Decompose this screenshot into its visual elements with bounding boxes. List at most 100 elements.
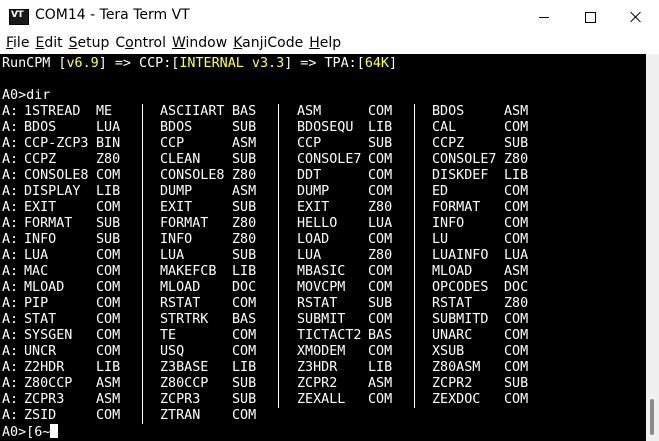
- file-name: XMODEM: [297, 344, 346, 359]
- column-separator: [414, 232, 415, 248]
- menu-item[interactable]: Setup: [63, 34, 110, 54]
- column-separator: [278, 328, 279, 344]
- dir-row: A: FORMAT SUB FORMAT Z80 HELLO LUA INFO COM: [0, 216, 646, 232]
- column-separator: [278, 184, 279, 200]
- file-extension: DOC: [232, 280, 257, 295]
- column-separator: [414, 296, 415, 312]
- file-name: DISPLAY: [24, 184, 81, 199]
- file-extension: COM: [504, 232, 529, 247]
- drive-prefix: A:: [2, 392, 19, 407]
- file-extension: COM: [96, 264, 121, 279]
- column-separator: [278, 264, 279, 280]
- file-name: LUA: [297, 248, 322, 263]
- column-separator: [278, 216, 279, 232]
- file-name: EXIT: [24, 200, 57, 215]
- terminal-screen[interactable]: RunCPM [v6.9] => CCP:[INTERNAL v3.3] => …: [0, 54, 646, 441]
- file-extension: BAS: [368, 328, 393, 343]
- runcpm-version: v6.9: [66, 56, 99, 71]
- maximize-button[interactable]: [567, 0, 613, 34]
- menu-item[interactable]: Window: [166, 34, 227, 54]
- file-extension: ASM: [504, 104, 529, 119]
- command-line: A0>dir: [2, 88, 51, 103]
- column-separator: [142, 408, 143, 424]
- menu-accelerator: W: [171, 35, 186, 51]
- file-extension: Z80: [96, 152, 121, 167]
- file-extension: COM: [504, 344, 529, 359]
- file-name: ZCPR2: [297, 376, 338, 391]
- banner-part-3: ] => TPA:[: [284, 56, 365, 71]
- menu-item[interactable]: Help: [303, 34, 341, 54]
- menu-item[interactable]: Control: [109, 34, 166, 54]
- file-extension: LIB: [368, 360, 393, 375]
- menu-item[interactable]: Edit: [29, 34, 62, 54]
- file-name: CLEAN: [160, 152, 201, 167]
- menu-label-post: anjiCode: [242, 35, 304, 51]
- menu-item[interactable]: KanjiCode: [227, 34, 303, 54]
- file-extension: LIB: [96, 360, 121, 375]
- drive-prefix: A:: [2, 408, 19, 423]
- file-extension: COM: [368, 184, 393, 199]
- file-name: 1STREAD: [24, 104, 81, 119]
- file-extension: COM: [96, 408, 121, 423]
- file-name: ZCPR3: [160, 392, 201, 407]
- column-separator: [142, 120, 143, 136]
- file-name: BDOS: [24, 120, 57, 135]
- tera-term-app-icon[interactable]: VT: [9, 9, 29, 25]
- file-name: FORMAT: [24, 216, 73, 231]
- file-extension: LIB: [96, 184, 121, 199]
- file-extension: SUB: [232, 120, 257, 135]
- scrollbar-thumb[interactable]: [650, 399, 654, 435]
- drive-prefix: A:: [2, 360, 19, 375]
- file-name: LUAINFO: [432, 248, 489, 263]
- menu-item[interactable]: File: [0, 34, 29, 54]
- column-separator: [278, 168, 279, 184]
- column-separator: [414, 392, 415, 408]
- column-separator: [414, 264, 415, 280]
- title-bar[interactable]: VT COM14 - Tera Term VT: [0, 0, 659, 34]
- drive-prefix: A:: [2, 312, 19, 327]
- file-name: ED: [432, 184, 449, 199]
- text-cursor: [50, 424, 59, 438]
- column-separator: [278, 152, 279, 168]
- menu-label-post: ile: [13, 35, 30, 51]
- column-separator: [278, 392, 279, 408]
- file-extension: Z80: [504, 296, 529, 311]
- file-extension: COM: [368, 344, 393, 359]
- close-button[interactable]: [613, 0, 659, 34]
- column-separator: [142, 248, 143, 264]
- minimize-button[interactable]: [521, 0, 567, 34]
- file-name: Z3BASE: [160, 360, 209, 375]
- file-extension: Z80: [368, 248, 393, 263]
- file-extension: SUB: [504, 136, 529, 151]
- dir-row: A: EXIT COM EXIT SUB EXIT Z80 FORMAT COM: [0, 200, 646, 216]
- file-name: Z80CCP: [24, 376, 73, 391]
- file-name: ASCIIART: [160, 104, 225, 119]
- file-extension: COM: [232, 344, 257, 359]
- file-extension: Z80: [232, 232, 257, 247]
- dir-row: A: STAT COM STRTRK BAS SUBMIT COM SUBMITD COM: [0, 312, 646, 328]
- file-name: INFO: [160, 232, 193, 247]
- drive-prefix: A:: [2, 120, 19, 135]
- file-extension: ASM: [368, 376, 393, 391]
- column-separator: [142, 344, 143, 360]
- file-name: BDOS: [432, 104, 465, 119]
- file-extension: COM: [504, 360, 529, 375]
- file-name: HELLO: [297, 216, 338, 231]
- file-name: SUBMIT: [297, 312, 346, 327]
- file-name: RSTAT: [432, 296, 473, 311]
- file-extension: LIB: [368, 120, 393, 135]
- column-separator: [278, 104, 279, 120]
- file-name: DUMP: [160, 184, 193, 199]
- minimize-icon: [539, 16, 549, 18]
- file-name: STAT: [24, 312, 57, 327]
- column-separator: [414, 120, 415, 136]
- dir-row: A: CONSOLE8 COM CONSOLE8 Z80 DDT COM DISKDEF LIB: [0, 168, 646, 184]
- column-separator: [414, 328, 415, 344]
- drive-prefix: A:: [2, 264, 19, 279]
- file-name: CCP: [297, 136, 322, 151]
- drive-prefix: A:: [2, 376, 19, 391]
- dir-row: A: Z80CCP ASM Z80CCP SUB ZCPR2 ASM ZCPR2 SUB: [0, 376, 646, 392]
- file-name: EXIT: [160, 200, 193, 215]
- column-separator: [142, 376, 143, 392]
- vertical-scrollbar[interactable]: [646, 54, 659, 441]
